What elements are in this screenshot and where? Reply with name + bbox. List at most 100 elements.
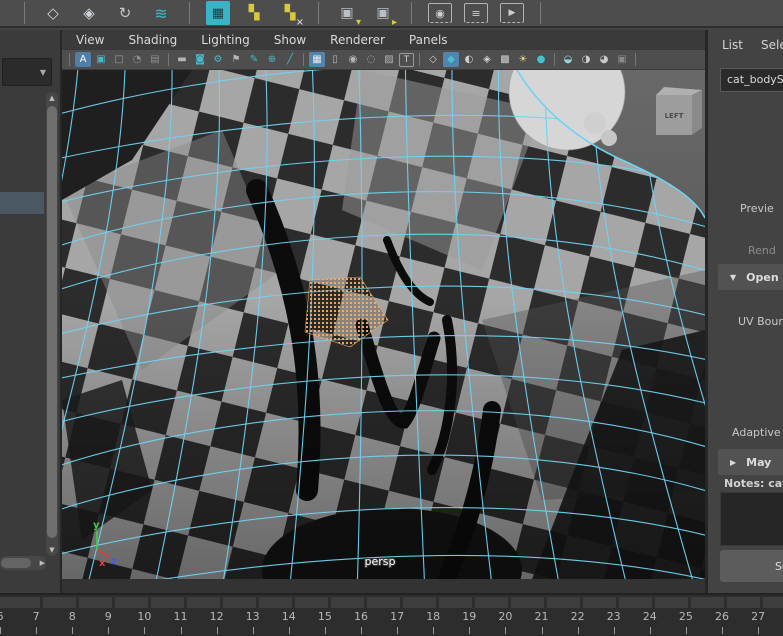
layers-icon[interactable]: ▤ [147, 52, 163, 67]
shadows-icon[interactable]: ● [533, 52, 549, 67]
shaded-mode-icon[interactable]: ◆ [443, 52, 459, 67]
outliner-selected-item[interactable] [0, 192, 44, 214]
grease-pencil-icon[interactable]: ✎ [246, 52, 262, 67]
section-expanded-icon[interactable]: ▼ [730, 273, 736, 282]
render-view-icon[interactable]: ◉ [428, 3, 452, 23]
wave-shield-icon[interactable]: ≋ [149, 1, 173, 25]
timeline-frame-label[interactable]: 18 [426, 610, 440, 623]
outliner-horizontal-scrollbar[interactable]: ▶ [0, 556, 46, 570]
timeline-tick-mark [542, 627, 543, 634]
timeline-frame-label[interactable]: 11 [174, 610, 188, 623]
menu-list[interactable]: List [722, 38, 743, 52]
timeline-frame-label[interactable]: 25 [679, 610, 693, 623]
timeline-frame-label[interactable]: 14 [282, 610, 296, 623]
timeline-frame-label[interactable]: 9 [105, 610, 112, 623]
timeline-frame-label[interactable]: 20 [498, 610, 512, 623]
copy-uv-icon[interactable]: ▣▾ [335, 1, 359, 25]
lights-icon[interactable]: ☀ [515, 52, 531, 67]
timeline-frame-label[interactable]: 8 [69, 610, 76, 623]
time-slider[interactable]: 6 7 8 9 10 11 12 13 14 15 16 17 18 19 20 21 22 23 24 25 26 27 [0, 593, 783, 636]
scrollbar-thumb[interactable] [47, 106, 57, 538]
reset-rotate-icon[interactable]: ↻ [113, 1, 137, 25]
camera-lock-icon[interactable]: ◙ [192, 52, 208, 67]
resolution-gate-icon[interactable]: ◉ [345, 52, 361, 67]
poly-cube-icon[interactable]: ◇ [41, 1, 65, 25]
menu-lighting[interactable]: Lighting [201, 33, 250, 47]
section-collapsed-icon[interactable]: ▶ [730, 458, 736, 467]
pan-zoom-icon[interactable]: ⊕ [264, 52, 280, 67]
notes-label: Notes: cat_ [724, 477, 783, 490]
toolbar-separator [318, 2, 319, 24]
select-highlight-icon[interactable]: ▣ [93, 52, 109, 67]
viewport-canvas[interactable]: LEFT y x z persp [62, 70, 705, 579]
select-button[interactable]: Se [720, 550, 783, 582]
menu-view[interactable]: View [76, 33, 104, 47]
timeline-frame-label[interactable]: 23 [607, 610, 621, 623]
timeline-frame-label[interactable]: 12 [210, 610, 224, 623]
scroll-down-icon[interactable]: ▼ [46, 546, 58, 554]
timeline-frame-label[interactable]: 10 [137, 610, 151, 623]
fog-icon[interactable]: ◕ [596, 52, 612, 67]
notes-textarea[interactable] [720, 492, 783, 546]
menu-renderer[interactable]: Renderer [330, 33, 385, 47]
camera-select-icon[interactable]: ▬ [174, 52, 190, 67]
timeline-tick-mark [397, 627, 398, 634]
open-section-header[interactable]: ▼ Open [718, 264, 783, 290]
view-cube[interactable]: LEFT [656, 87, 702, 135]
bookmark-icon[interactable]: ⚑ [228, 52, 244, 67]
film-gate-icon[interactable]: ▯ [327, 52, 343, 67]
timeline-frame-label[interactable]: 16 [354, 610, 368, 623]
ao-icon[interactable]: ◒ [560, 52, 576, 67]
checker-map-icon[interactable]: ▩ [497, 52, 513, 67]
render-settings-icon[interactable]: ≡ [464, 3, 488, 23]
scrollbar-thumb[interactable] [1, 558, 31, 568]
timeline-frame-label[interactable]: 24 [643, 610, 657, 623]
maya-section-header[interactable]: ▶ May [718, 449, 783, 475]
menu-show[interactable]: Show [274, 33, 306, 47]
uv-checker-delete-icon[interactable]: ▚× [278, 1, 302, 25]
timeline-frame-label[interactable]: 19 [462, 610, 476, 623]
timeline-frame-label[interactable]: 17 [390, 610, 404, 623]
wireframe-mode-icon[interactable]: ◇ [425, 52, 441, 67]
timeline-frame-label[interactable]: 13 [246, 610, 260, 623]
pie-disc-icon[interactable]: ◔ [129, 52, 145, 67]
view-cube-left-label[interactable]: LEFT [665, 112, 684, 120]
scroll-right-icon[interactable]: ▶ [40, 559, 45, 567]
textured-cube-icon[interactable]: ◈ [479, 52, 495, 67]
timeline-frame-label[interactable]: 6 [0, 610, 4, 623]
image-plane-icon[interactable]: ▨ [381, 52, 397, 67]
duplicate-cube-icon[interactable]: ◈ [77, 1, 101, 25]
timeline-frame-label[interactable]: 26 [715, 610, 729, 623]
paste-uv-icon[interactable]: ▣▸ [371, 1, 395, 25]
renderer-a-icon[interactable]: A [75, 52, 91, 67]
timeline-frame-label[interactable]: 15 [318, 610, 332, 623]
isolate-select-icon[interactable]: □ [111, 52, 127, 67]
uv-checker-icon[interactable]: ▚ [242, 1, 266, 25]
camera-attributes-icon[interactable]: ⚙ [210, 52, 226, 67]
motion-blur-icon[interactable]: ◑ [578, 52, 594, 67]
node-name-field[interactable]: cat_bodySh [720, 68, 783, 92]
timeline-frame-label[interactable]: 7 [33, 610, 40, 623]
gate-mask-icon[interactable]: ◌ [363, 52, 379, 67]
timeline-frame-label[interactable]: 21 [535, 610, 549, 623]
grid-icon[interactable]: ▦ [309, 52, 325, 67]
outliner-vertical-scrollbar[interactable]: ▲ ▼ [46, 92, 58, 556]
outliner-filter-dropdown[interactable]: ▼ [2, 58, 52, 86]
timeline-tick-mark [289, 627, 290, 634]
menu-select[interactable]: Select [761, 38, 783, 52]
text-hud-icon[interactable]: T [399, 53, 414, 67]
uv-checker-delete-icon-badge: × [296, 18, 304, 28]
textured-sphere-icon[interactable]: ◐ [461, 52, 477, 67]
menu-panels[interactable]: Panels [409, 33, 448, 47]
scroll-up-icon[interactable]: ▲ [46, 94, 58, 102]
uv-checker-active-icon[interactable]: ▦ [206, 1, 230, 25]
timeline-tick-mark [0, 627, 1, 634]
paint-icon[interactable]: ╱ [282, 52, 298, 67]
timeline-frame-label[interactable]: 22 [571, 610, 585, 623]
menu-shading[interactable]: Shading [128, 33, 177, 47]
timeline-frame-label[interactable]: 27 [751, 610, 765, 623]
timeline-tick-mark [433, 627, 434, 634]
playblast-icon[interactable]: ▶ [500, 3, 524, 23]
time-slider-track[interactable] [0, 597, 783, 608]
multisample-icon[interactable]: ▣ [614, 52, 630, 67]
